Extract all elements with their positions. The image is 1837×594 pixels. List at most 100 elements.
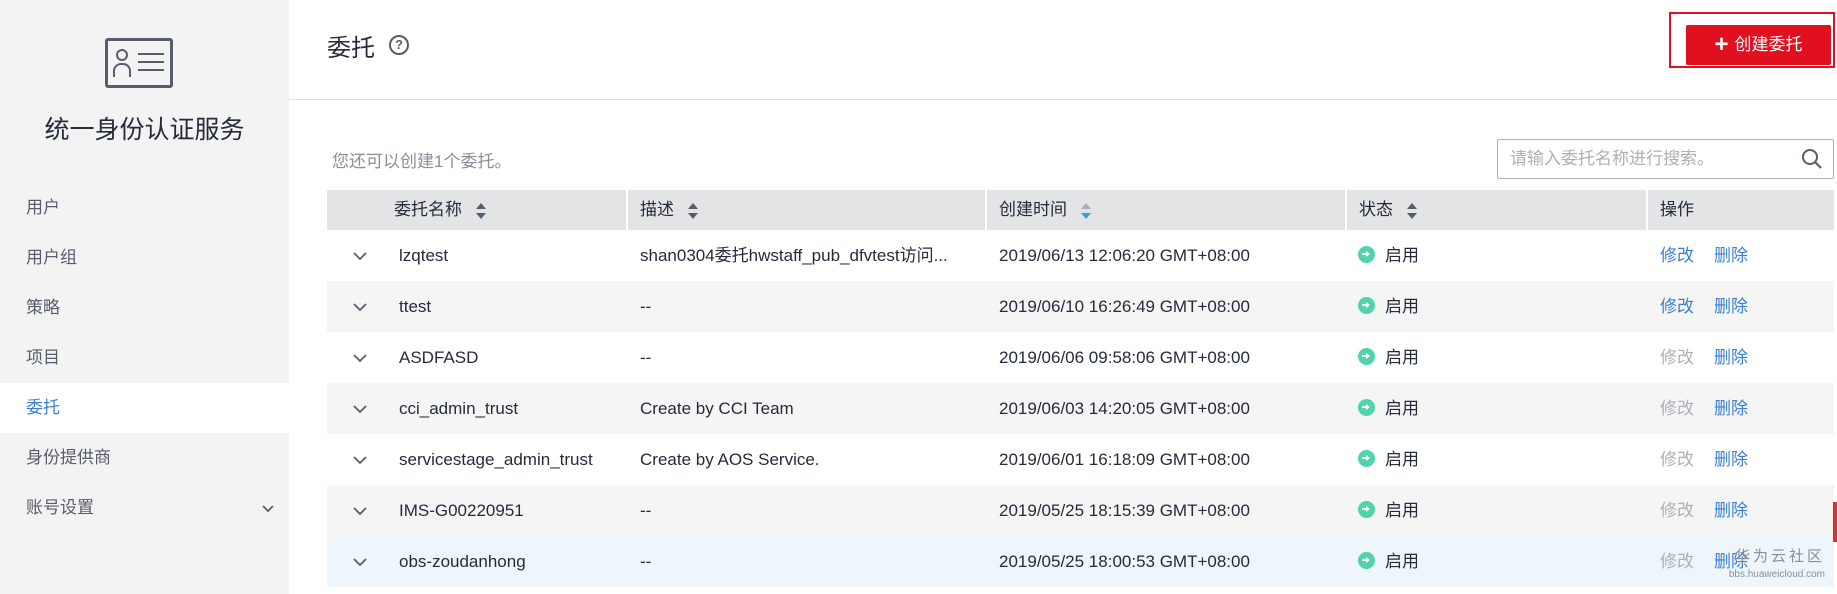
watermark-text: 华为云社区 xyxy=(1734,548,1825,565)
delete-link[interactable]: 删除 xyxy=(1714,332,1774,383)
status-label: 启用 xyxy=(1385,246,1419,265)
delete-link[interactable]: 删除 xyxy=(1714,230,1774,281)
status-enabled-icon xyxy=(1358,246,1375,263)
delete-link-label: 删除 xyxy=(1714,246,1748,265)
chevron-down-icon xyxy=(261,483,275,533)
status-enabled-icon xyxy=(1358,297,1375,314)
agency-name: lzqtest xyxy=(399,246,449,265)
column-description[interactable]: 描述 xyxy=(626,190,985,230)
plus-icon: + xyxy=(1714,31,1729,58)
sidebar-item-identity-providers[interactable]: 身份提供商 xyxy=(0,433,289,483)
created-time: 2019/06/03 14:20:05 GMT+08:00 xyxy=(999,399,1250,418)
sidebar-item-label: 策略 xyxy=(26,298,60,317)
sidebar-item-projects[interactable]: 项目 xyxy=(0,333,289,383)
delete-link-label: 删除 xyxy=(1714,450,1748,469)
status-enabled-icon xyxy=(1358,450,1375,467)
page-title: 委托 xyxy=(327,35,375,62)
chevron-down-icon[interactable] xyxy=(353,248,367,262)
column-name[interactable]: 委托名称 xyxy=(382,190,626,230)
created-time: 2019/06/10 16:26:49 GMT+08:00 xyxy=(999,297,1250,316)
sidebar-item-user-groups[interactable]: 用户组 xyxy=(0,233,289,283)
status-label: 启用 xyxy=(1385,348,1419,367)
sidebar-item-agencies[interactable]: 委托 xyxy=(0,383,289,433)
agency-table: 委托名称 描述 创建时间 状态 操作 lzqtest shan0304委托hwst… xyxy=(327,190,1834,587)
table-row: obs-zoudanhong -- 2019/05/25 18:00:53 GMT+… xyxy=(327,536,1834,587)
edit-link: 修改 xyxy=(1660,332,1720,383)
chevron-down-icon[interactable] xyxy=(353,401,367,415)
table-body: lzqtest shan0304委托hwstaff_pub_dfvtest访问..… xyxy=(327,230,1834,587)
help-icon[interactable]: ? xyxy=(389,35,409,55)
status-label: 启用 xyxy=(1385,552,1419,571)
agency-name: obs-zoudanhong xyxy=(399,552,526,571)
created-time: 2019/05/25 18:15:39 GMT+08:00 xyxy=(999,501,1250,520)
status-enabled-icon xyxy=(1358,501,1375,518)
column-status[interactable]: 状态 xyxy=(1345,190,1646,230)
sort-icon[interactable] xyxy=(1407,202,1417,219)
chevron-down-icon[interactable] xyxy=(353,350,367,364)
status: 启用 xyxy=(1358,281,1638,332)
delete-link[interactable]: 删除 xyxy=(1714,383,1774,434)
created-time: 2019/06/13 12:06:20 GMT+08:00 xyxy=(999,246,1250,265)
sidebar-item-policies[interactable]: 策略 xyxy=(0,283,289,333)
create-agency-button[interactable]: + 创建委托 xyxy=(1686,25,1831,65)
sidebar-item-account-settings[interactable]: 账号设置 xyxy=(0,483,289,533)
edit-link-label: 修改 xyxy=(1660,501,1694,520)
create-button-label: 创建委托 xyxy=(1734,35,1803,54)
agency-description: -- xyxy=(640,552,652,571)
edit-link: 修改 xyxy=(1660,536,1720,587)
table-header: 委托名称 描述 创建时间 状态 操作 xyxy=(327,190,1834,230)
delete-link-label: 删除 xyxy=(1714,348,1748,367)
column-label: 创建时间 xyxy=(999,200,1067,219)
chevron-down-icon[interactable] xyxy=(353,452,367,466)
edit-link-label: 修改 xyxy=(1660,246,1694,265)
agency-description: Create by AOS Service. xyxy=(640,450,820,469)
chevron-down-icon[interactable] xyxy=(353,299,367,313)
created-time: 2019/06/01 16:18:09 GMT+08:00 xyxy=(999,450,1250,469)
delete-link-label: 删除 xyxy=(1714,297,1748,316)
page-header: 委托 ? xyxy=(289,0,1837,100)
column-created-time[interactable]: 创建时间 xyxy=(985,190,1345,230)
status-enabled-icon xyxy=(1358,348,1375,365)
column-label: 操作 xyxy=(1660,200,1694,219)
delete-link[interactable]: 删除 xyxy=(1714,485,1774,536)
expand-column-header xyxy=(327,190,382,230)
agency-description: Create by CCI Team xyxy=(640,399,794,418)
agency-name: servicestage_admin_trust xyxy=(399,450,593,469)
service-title: 统一身份认证服务 xyxy=(44,116,245,144)
sort-icon[interactable] xyxy=(476,202,486,219)
edit-link[interactable]: 修改 xyxy=(1660,281,1720,332)
agency-description: -- xyxy=(640,297,652,316)
sort-icon[interactable] xyxy=(688,202,698,219)
sidebar-item-label: 用户组 xyxy=(26,248,77,267)
sort-desc-icon[interactable] xyxy=(1081,202,1091,219)
edit-link: 修改 xyxy=(1660,434,1720,485)
delete-link-label: 删除 xyxy=(1714,501,1748,520)
delete-link[interactable]: 删除 xyxy=(1714,434,1774,485)
status-label: 启用 xyxy=(1385,501,1419,520)
status-label: 启用 xyxy=(1385,399,1419,418)
sidebar-item-label: 身份提供商 xyxy=(26,448,111,467)
status-label: 启用 xyxy=(1385,297,1419,316)
search-input[interactable] xyxy=(1510,140,1790,178)
search-icon[interactable] xyxy=(1801,148,1823,170)
status: 启用 xyxy=(1358,383,1638,434)
table-row: lzqtest shan0304委托hwstaff_pub_dfvtest访问..… xyxy=(327,230,1834,281)
edit-link[interactable]: 修改 xyxy=(1660,230,1720,281)
chevron-down-icon[interactable] xyxy=(353,554,367,568)
delete-link[interactable]: 删除 xyxy=(1714,281,1774,332)
agency-description: -- xyxy=(640,501,652,520)
status: 启用 xyxy=(1358,485,1638,536)
table-row: servicestage_admin_trust Create by AOS Se… xyxy=(327,434,1834,485)
created-time: 2019/06/06 09:58:06 GMT+08:00 xyxy=(999,348,1250,367)
agency-description: -- xyxy=(640,348,652,367)
agency-name: IMS-G00220951 xyxy=(399,501,524,520)
delete-link-label: 删除 xyxy=(1714,399,1748,418)
edit-link-label: 修改 xyxy=(1660,552,1694,571)
sidebar-item-users[interactable]: 用户 xyxy=(0,183,289,233)
watermark: 华为云社区 bbs.huaweicloud.com xyxy=(1729,548,1825,584)
status: 启用 xyxy=(1358,230,1638,281)
table-row: ttest -- 2019/06/10 16:26:49 GMT+08:00 启用 修改… xyxy=(327,281,1834,332)
column-label: 描述 xyxy=(640,200,674,219)
chevron-down-icon[interactable] xyxy=(353,503,367,517)
status-label: 启用 xyxy=(1385,450,1419,469)
